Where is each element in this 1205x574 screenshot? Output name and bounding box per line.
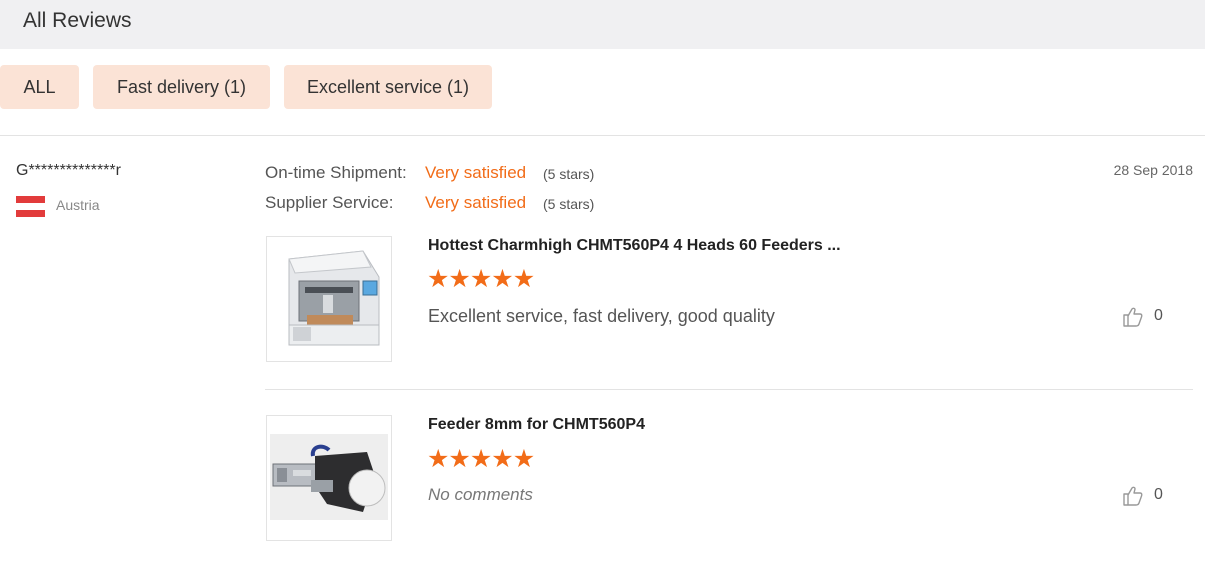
service-rating-stars: (5 stars)	[543, 196, 595, 212]
star-icon: ★	[491, 445, 513, 473]
reviews-header: All Reviews	[0, 0, 1205, 49]
product-star-rating: ★★★★★	[427, 445, 535, 473]
star-icon: ★	[448, 445, 470, 473]
star-icon: ★	[427, 445, 449, 473]
product-title[interactable]: Feeder 8mm for CHMT560P4	[428, 416, 645, 434]
star-icon: ★	[427, 265, 449, 293]
section-divider	[0, 135, 1205, 136]
star-icon: ★	[512, 445, 535, 473]
reviewer-name: G**************r	[16, 162, 121, 179]
thumbs-up-icon	[1123, 307, 1143, 327]
star-icon: ★	[448, 265, 470, 293]
pick-and-place-machine-image	[267, 237, 391, 361]
page-title: All Reviews	[23, 9, 132, 32]
star-icon: ★	[491, 265, 513, 293]
review-comment: Excellent service, fast delivery, good q…	[428, 306, 775, 326]
product-thumbnail[interactable]	[266, 236, 392, 362]
product-title[interactable]: Hottest Charmhigh CHMT560P4 4 Heads 60 F…	[428, 237, 841, 255]
reviewer-country: Austria	[56, 197, 100, 213]
shipment-rating-value: Very satisfied	[425, 163, 527, 182]
product-divider	[265, 389, 1193, 390]
product-star-rating: ★★★★★	[427, 265, 535, 293]
like-count: 0	[1154, 486, 1163, 503]
thumbs-up-icon	[1123, 486, 1143, 506]
service-rating-value: Very satisfied	[425, 193, 527, 212]
product-thumbnail[interactable]	[266, 415, 392, 541]
review-comment: No comments	[428, 485, 533, 504]
filter-all-button[interactable]: ALL	[0, 65, 79, 109]
filter-fast-delivery-button[interactable]: Fast delivery (1)	[93, 65, 270, 109]
feeder-image	[267, 416, 391, 540]
star-icon: ★	[469, 445, 492, 473]
shipment-rating-label: On-time Shipment:	[265, 163, 407, 182]
star-icon: ★	[512, 265, 535, 293]
service-rating-label: Supplier Service:	[265, 193, 394, 212]
review-date: 28 Sep 2018	[1113, 162, 1193, 178]
filter-excellent-service-button[interactable]: Excellent service (1)	[284, 65, 492, 109]
star-icon: ★	[469, 265, 492, 293]
shipment-rating-stars: (5 stars)	[543, 166, 595, 182]
like-count: 0	[1154, 307, 1163, 324]
austria-flag-icon	[16, 196, 45, 217]
